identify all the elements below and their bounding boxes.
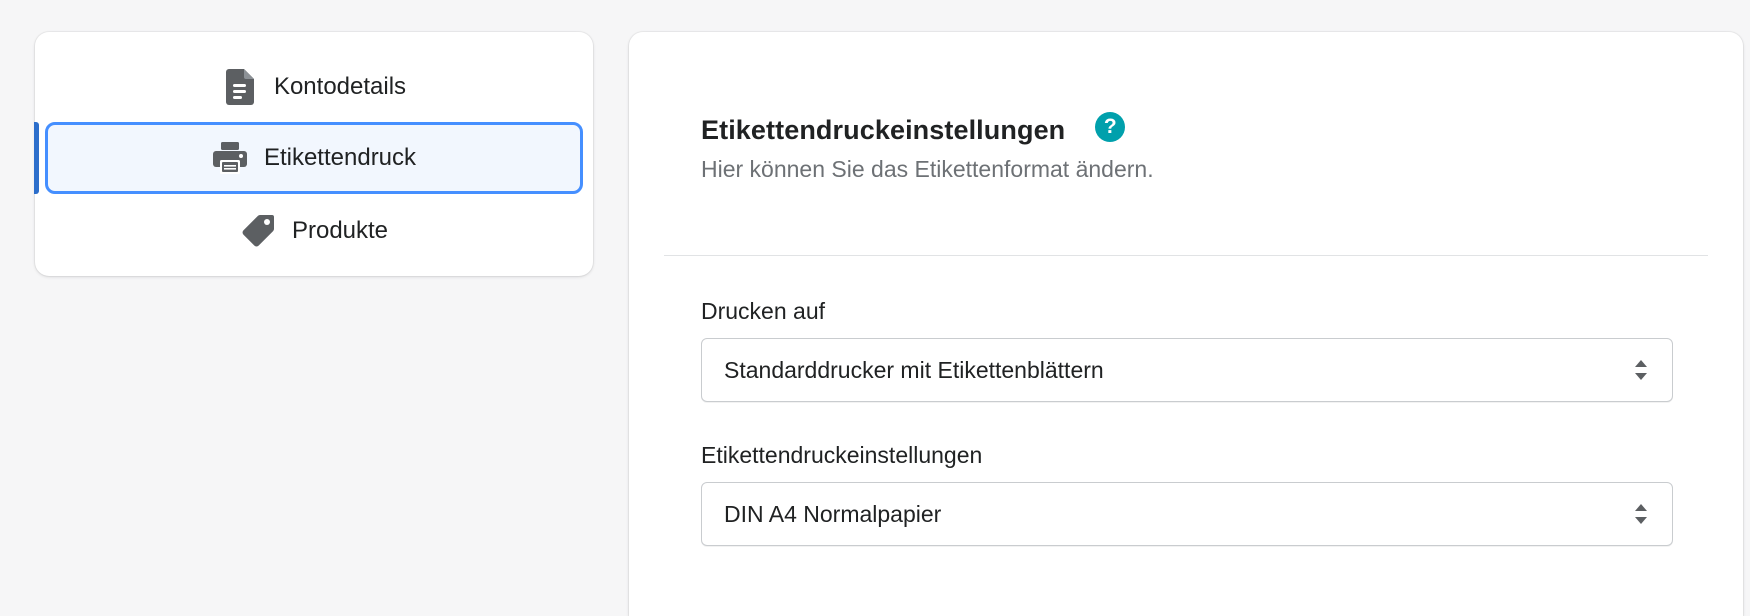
print-target-value: Standarddrucker mit Etikettenblättern xyxy=(724,356,1104,383)
label-format-label: Etikettendruckeinstellungen xyxy=(701,442,983,468)
label-print-settings-card: Etikettendruckeinstellungen ? Hier könne… xyxy=(629,32,1743,616)
select-arrows-icon xyxy=(1634,503,1648,525)
label-format-field: Etikettendruckeinstellungen DIN A4 Norma… xyxy=(701,438,1673,546)
nav-item-produkte[interactable]: Produkte xyxy=(45,195,583,267)
settings-nav: Kontodetails Etikettendruck Produkte xyxy=(34,32,593,276)
printer-icon xyxy=(212,140,248,176)
nav-item-kontodetails[interactable]: Kontodetails xyxy=(45,51,583,123)
nav-item-label: Etikettendruck xyxy=(263,144,417,171)
print-target-label: Drucken auf xyxy=(701,298,826,324)
nav-item-etikettendruck[interactable]: Etikettendruck xyxy=(45,122,583,194)
section-title-row: Etikettendruckeinstellungen ? xyxy=(701,108,1661,152)
print-target-select[interactable]: Standarddrucker mit Etikettenblättern xyxy=(701,338,1673,402)
nav-item-label: Produkte xyxy=(291,217,389,244)
tag-icon xyxy=(240,213,276,249)
section-divider xyxy=(664,255,1708,256)
label-format-value: DIN A4 Normalpapier xyxy=(724,500,942,527)
section-title: Etikettendruckeinstellungen xyxy=(701,114,1066,145)
nav-item-label: Kontodetails xyxy=(273,73,407,100)
section-header: Etikettendruckeinstellungen ? Hier könne… xyxy=(701,108,1661,183)
document-icon xyxy=(222,69,258,105)
print-target-field: Drucken auf Standarddrucker mit Etikette… xyxy=(701,294,1673,402)
select-arrows-icon xyxy=(1634,359,1648,381)
selected-indicator xyxy=(34,122,39,194)
section-subtitle: Hier können Sie das Etikettenformat ände… xyxy=(701,156,1154,182)
help-icon[interactable]: ? xyxy=(1095,112,1126,142)
label-format-select[interactable]: DIN A4 Normalpapier xyxy=(701,482,1673,546)
